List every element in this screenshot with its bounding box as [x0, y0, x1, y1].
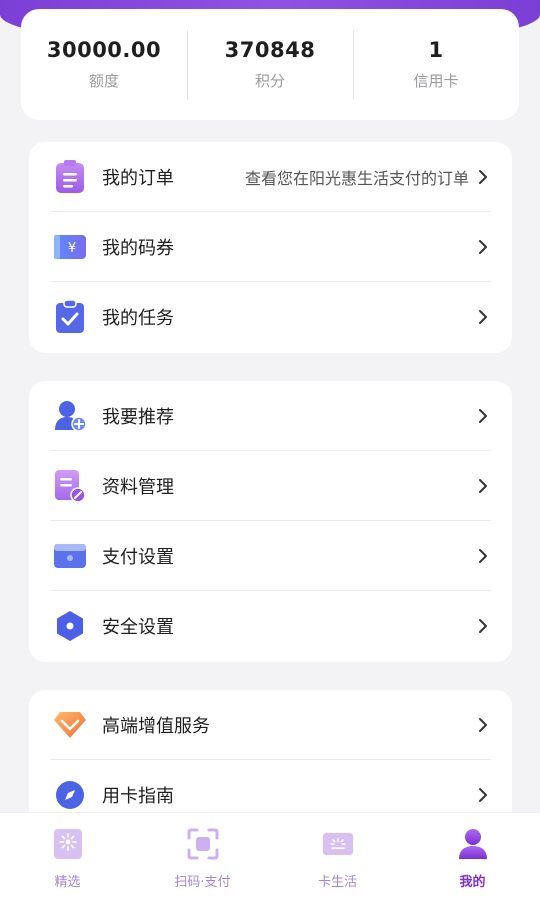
card-life-icon — [322, 827, 354, 861]
account-stats-card: 30000.00 额度 370848 积分 1 信用卡 — [21, 9, 519, 120]
stat-value: 370848 — [224, 38, 316, 62]
tab-label: 我的 — [459, 875, 486, 890]
stat-value: 1 — [428, 38, 444, 62]
card-icon — [52, 538, 88, 574]
menu-item-label: 我的码券 — [102, 237, 174, 259]
tab-label: 卡生活 — [317, 875, 357, 890]
bottom-tab-bar: 精选 扫码·支付 卡生活 我的 — [0, 812, 540, 897]
services-menu-card: 高端增值服务 用卡指南 — [29, 690, 512, 820]
chevron-right-icon — [475, 307, 491, 327]
menu-item-label: 用卡指南 — [102, 786, 174, 807]
tab-scan-pay[interactable]: 扫码·支付 — [135, 813, 270, 897]
compass-icon — [52, 777, 88, 813]
sparkle-icon — [52, 827, 84, 861]
tab-card-life[interactable]: 卡生活 — [270, 813, 405, 897]
menu-item-profile-management[interactable]: 资料管理 — [50, 451, 491, 521]
add-user-icon — [52, 398, 88, 434]
menu-item-payment-settings[interactable]: 支付设置 — [50, 521, 491, 591]
chevron-right-icon — [475, 237, 491, 257]
chevron-right-icon — [475, 167, 491, 187]
stat-label: 额度 — [88, 72, 119, 90]
clipboard-icon — [52, 159, 88, 195]
tab-label: 扫码·支付 — [174, 875, 231, 890]
menu-item-hint: 查看您在阳光惠生活支付的订单 — [244, 168, 469, 188]
chevron-right-icon — [475, 546, 491, 566]
menu-item-label: 我要推荐 — [102, 406, 174, 428]
diamond-icon — [52, 707, 88, 743]
chevron-right-icon — [475, 616, 491, 636]
menu-item-label: 安全设置 — [102, 617, 174, 638]
shield-hexagon-icon — [52, 608, 88, 644]
stat-credit-limit[interactable]: 30000.00 额度 — [21, 30, 187, 100]
menu-item-recommend[interactable]: 我要推荐 — [50, 381, 491, 451]
stat-credit-cards[interactable]: 1 信用卡 — [353, 29, 519, 100]
menu-item-label: 高端增值服务 — [102, 715, 210, 737]
stat-label: 积分 — [254, 72, 285, 90]
coupon-icon: ¥ — [52, 229, 88, 265]
chevron-right-icon — [475, 715, 491, 735]
chevron-right-icon — [475, 785, 491, 805]
stat-points[interactable]: 370848 积分 — [187, 29, 353, 100]
stat-label: 信用卡 — [413, 72, 459, 90]
tab-label: 精选 — [54, 875, 81, 890]
scan-icon — [187, 827, 219, 861]
chevron-right-icon — [475, 476, 491, 496]
menu-item-premium-services[interactable]: 高端增值服务 — [50, 690, 491, 760]
menu-item-label: 支付设置 — [102, 546, 174, 568]
menu-item-label: 我的任务 — [102, 308, 174, 329]
menu-item-security-settings[interactable]: 安全设置 — [50, 591, 491, 661]
orders-menu-card: 我的订单 查看您在阳光惠生活支付的订单 ¥ 我的码券 我的任务 — [29, 142, 512, 353]
stat-value: 30000.00 — [46, 38, 162, 62]
svg-text:¥: ¥ — [68, 241, 76, 256]
menu-item-my-tasks[interactable]: 我的任务 — [50, 282, 491, 352]
document-edit-icon — [52, 468, 88, 504]
account-menu-card: 我要推荐 资料管理 支付设置 安全设置 — [29, 381, 512, 662]
profile-icon — [457, 827, 489, 861]
menu-item-label: 资料管理 — [102, 476, 174, 498]
menu-item-label: 我的订单 — [102, 167, 174, 189]
task-check-icon — [52, 299, 88, 335]
tab-featured[interactable]: 精选 — [0, 813, 135, 897]
chevron-right-icon — [475, 406, 491, 426]
menu-item-my-orders[interactable]: 我的订单 查看您在阳光惠生活支付的订单 — [50, 142, 491, 212]
tab-mine[interactable]: 我的 — [405, 813, 540, 897]
menu-item-my-coupons[interactable]: ¥ 我的码券 — [50, 212, 491, 282]
